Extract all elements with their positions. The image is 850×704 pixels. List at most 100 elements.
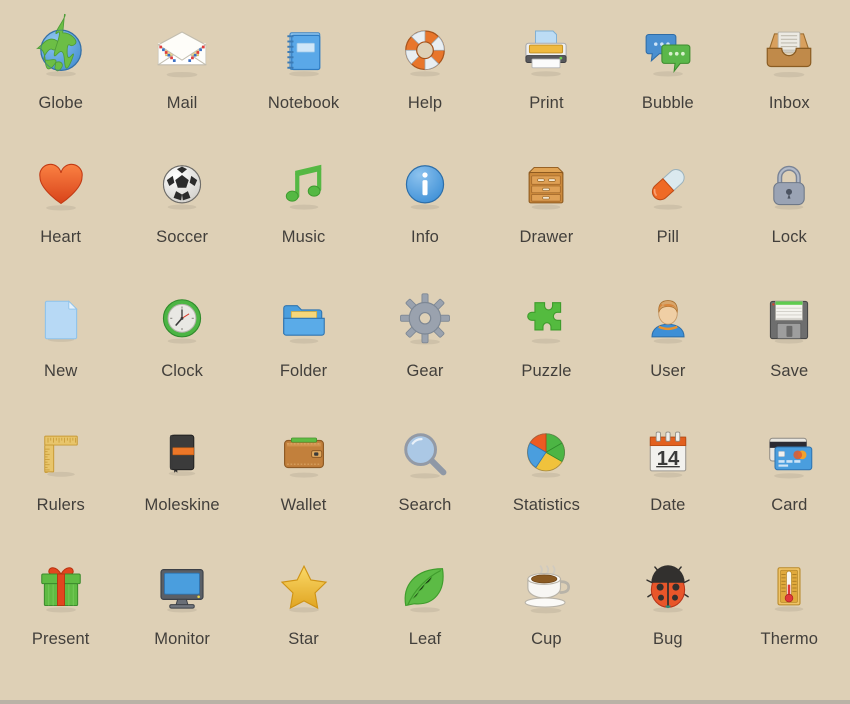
icon-label: Folder	[279, 362, 328, 380]
icon-cell-thermo[interactable]: Thermo	[732, 550, 846, 680]
user-avatar-icon[interactable]	[632, 282, 704, 358]
icon-label: Save	[770, 362, 809, 380]
icon-cell-print[interactable]: Print	[489, 14, 603, 144]
icon-label: Puzzle	[521, 362, 572, 380]
icon-label: Leaf	[408, 630, 442, 648]
icon-label: Thermo	[760, 630, 818, 648]
info-circle-icon[interactable]	[389, 148, 461, 224]
new-document-icon[interactable]	[25, 282, 97, 358]
gear-icon[interactable]	[389, 282, 461, 358]
clock-icon[interactable]	[146, 282, 218, 358]
icon-cell-mail[interactable]: Mail	[125, 14, 239, 144]
icon-cell-gear[interactable]: Gear	[368, 282, 482, 412]
icon-label: Date	[650, 496, 686, 514]
icon-grid: Globe Mail Notebook Help Print Bubble Inbox Hea…	[0, 13, 850, 684]
icon-label: Soccer	[156, 228, 209, 246]
icon-cell-bubble[interactable]: Bubble	[611, 14, 725, 144]
open-folder-icon[interactable]	[268, 282, 340, 358]
icon-cell-search[interactable]: Search	[368, 416, 482, 546]
icon-label: Wallet	[280, 496, 327, 514]
icon-cell-heart[interactable]: Heart	[4, 148, 118, 278]
icon-label: Bug	[653, 630, 683, 648]
icon-label: Lock	[771, 228, 807, 246]
magnifier-icon[interactable]	[389, 416, 461, 492]
icon-cell-folder[interactable]: Folder	[247, 282, 361, 412]
icon-cell-new[interactable]: New	[4, 282, 118, 412]
icon-cell-bug[interactable]: Bug	[611, 550, 725, 680]
icon-cell-lock[interactable]: Lock	[732, 148, 846, 278]
icon-label: New	[44, 362, 78, 380]
icon-set-board: Globe Mail Notebook Help Print Bubble Inbox Hea…	[0, 0, 850, 704]
icon-cell-rulers[interactable]: Rulers	[4, 416, 118, 546]
calendar-icon[interactable]: 14	[632, 416, 704, 492]
icon-label: Clock	[161, 362, 203, 380]
icon-label: Present	[31, 630, 90, 648]
icon-label: Star	[288, 630, 319, 648]
icon-cell-globe[interactable]: Globe	[4, 13, 118, 144]
icon-cell-present[interactable]: Present	[4, 550, 118, 680]
icon-cell-wallet[interactable]: Wallet	[247, 416, 361, 546]
icon-cell-leaf[interactable]: Leaf	[368, 550, 482, 680]
leaf-icon[interactable]	[389, 550, 461, 626]
icon-cell-statistics[interactable]: Statistics	[489, 416, 603, 546]
ruler-icon[interactable]	[25, 416, 97, 492]
printer-icon[interactable]	[510, 14, 582, 90]
icon-cell-moleskine[interactable]: Moleskine	[125, 416, 239, 546]
moleskine-notebook-icon[interactable]	[146, 416, 218, 492]
inbox-tray-icon[interactable]	[753, 14, 825, 90]
soccer-ball-icon[interactable]	[146, 148, 218, 224]
thermometer-icon[interactable]	[753, 550, 825, 626]
icon-label: Rulers	[36, 496, 85, 514]
icon-label: Monitor	[154, 630, 210, 648]
icon-cell-info[interactable]: Info	[368, 148, 482, 278]
wallet-icon[interactable]	[268, 416, 340, 492]
music-note-icon[interactable]	[268, 148, 340, 224]
icon-cell-inbox[interactable]: Inbox	[732, 14, 846, 144]
icon-cell-monitor[interactable]: Monitor	[125, 550, 239, 680]
icon-cell-cup[interactable]: Cup	[489, 550, 603, 680]
icon-label: Statistics	[512, 496, 580, 514]
padlock-icon[interactable]	[753, 148, 825, 224]
pill-capsule-icon[interactable]	[632, 148, 704, 224]
icon-label: Help	[407, 94, 443, 112]
ladybug-icon[interactable]	[632, 550, 704, 626]
credit-card-icon[interactable]	[753, 416, 825, 492]
icon-cell-drawer[interactable]: Drawer	[489, 148, 603, 278]
speech-bubble-icon[interactable]	[632, 14, 704, 90]
icon-label: Mail	[166, 94, 198, 112]
icon-cell-puzzle[interactable]: Puzzle	[489, 282, 603, 412]
drawer-cabinet-icon[interactable]	[510, 148, 582, 224]
icon-label: Notebook	[267, 94, 340, 112]
icon-label: User	[650, 362, 686, 380]
pie-chart-icon[interactable]	[510, 416, 582, 492]
icon-cell-help[interactable]: Help	[368, 14, 482, 144]
icon-label: Drawer	[519, 228, 574, 246]
icon-label: Pill	[656, 228, 680, 246]
icon-label: Print	[529, 94, 564, 112]
mail-icon[interactable]	[146, 14, 218, 90]
icon-cell-notebook[interactable]: Notebook	[247, 14, 361, 144]
icon-cell-pill[interactable]: Pill	[611, 148, 725, 278]
coffee-cup-icon[interactable]	[510, 550, 582, 626]
icon-cell-music[interactable]: Music	[247, 148, 361, 278]
icon-cell-save[interactable]: Save	[732, 282, 846, 412]
icon-cell-clock[interactable]: Clock	[125, 282, 239, 412]
lifebuoy-icon[interactable]	[389, 14, 461, 90]
icon-cell-star[interactable]: Star	[247, 550, 361, 680]
icon-cell-date[interactable]: 14 Date	[611, 416, 725, 546]
floppy-disk-icon[interactable]	[753, 282, 825, 358]
notebook-icon[interactable]	[268, 14, 340, 90]
icon-label: Bubble	[641, 94, 694, 112]
gift-box-icon[interactable]	[25, 550, 97, 626]
icon-cell-soccer[interactable]: Soccer	[125, 148, 239, 278]
icon-label: Search	[398, 496, 452, 514]
globe-icon[interactable]	[25, 13, 97, 90]
icon-label: Heart	[40, 228, 82, 246]
icon-cell-user[interactable]: User	[611, 282, 725, 412]
heart-icon[interactable]	[25, 148, 97, 224]
icon-label: Card	[771, 496, 808, 514]
icon-cell-card[interactable]: Card	[732, 416, 846, 546]
star-icon[interactable]	[268, 550, 340, 626]
puzzle-piece-icon[interactable]	[510, 282, 582, 358]
monitor-icon[interactable]	[146, 550, 218, 626]
